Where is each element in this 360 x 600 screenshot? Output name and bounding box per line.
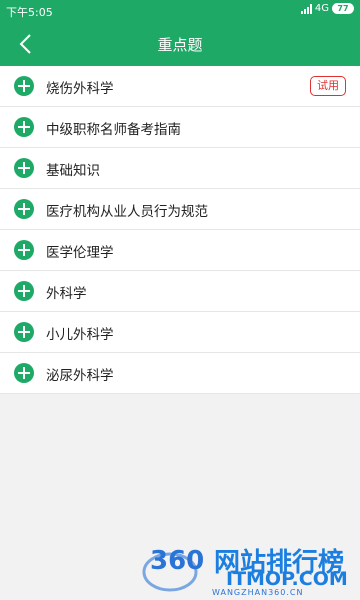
list-item-label: 小儿外科学 bbox=[46, 327, 114, 343]
watermark-logo: 360 bbox=[150, 546, 205, 576]
app-header: 下午5:05 4G 77 重点题 bbox=[0, 0, 360, 66]
list-item-label: 外科学 bbox=[46, 286, 87, 302]
trial-badge[interactable]: 试用 bbox=[310, 76, 346, 96]
nav-bar: 重点题 bbox=[0, 22, 360, 66]
status-bar: 下午5:05 4G 77 bbox=[0, 0, 360, 22]
topic-list: 烧伤外科学 试用 中级职称名师备考指南 基础知识 医疗机构从业人员行为规范 医学… bbox=[0, 66, 360, 394]
list-item-label: 基础知识 bbox=[46, 163, 100, 179]
add-icon[interactable] bbox=[14, 240, 34, 260]
add-icon[interactable] bbox=[14, 281, 34, 301]
network-label: 4G bbox=[314, 3, 329, 14]
list-item[interactable]: 中级职称名师备考指南 bbox=[0, 107, 360, 148]
page-title: 重点题 bbox=[157, 36, 203, 54]
add-icon[interactable] bbox=[14, 199, 34, 219]
list-item[interactable]: 医学伦理学 bbox=[0, 230, 360, 271]
list-item[interactable]: 烧伤外科学 试用 bbox=[0, 66, 360, 107]
list-item-label: 医疗机构从业人员行为规范 bbox=[46, 204, 208, 220]
list-item-label: 医学伦理学 bbox=[46, 245, 114, 261]
list-item[interactable]: 外科学 bbox=[0, 271, 360, 312]
watermark: 360 网站排行榜 ITMOP.COM WANGZHAN360.CN bbox=[140, 538, 360, 600]
list-item[interactable]: 医疗机构从业人员行为规范 bbox=[0, 189, 360, 230]
status-icons: 4G 77 bbox=[300, 3, 354, 14]
add-icon[interactable] bbox=[14, 117, 34, 137]
add-icon[interactable] bbox=[14, 363, 34, 383]
list-item[interactable]: 泌尿外科学 bbox=[0, 353, 360, 394]
add-icon[interactable] bbox=[14, 322, 34, 342]
add-icon[interactable] bbox=[14, 158, 34, 178]
battery-icon: 77 bbox=[332, 3, 354, 14]
add-icon[interactable] bbox=[14, 76, 34, 96]
watermark-site-en: ITMOP.COM bbox=[226, 568, 348, 590]
list-item-label: 泌尿外科学 bbox=[46, 368, 114, 384]
list-item-label: 中级职称名师备考指南 bbox=[46, 122, 181, 138]
watermark-domain: WANGZHAN360.CN bbox=[212, 588, 304, 597]
list-item-label: 烧伤外科学 bbox=[46, 81, 114, 97]
signal-icon bbox=[300, 3, 312, 14]
status-time: 下午5:05 bbox=[6, 6, 53, 19]
list-item[interactable]: 基础知识 bbox=[0, 148, 360, 189]
list-item[interactable]: 小儿外科学 bbox=[0, 312, 360, 353]
